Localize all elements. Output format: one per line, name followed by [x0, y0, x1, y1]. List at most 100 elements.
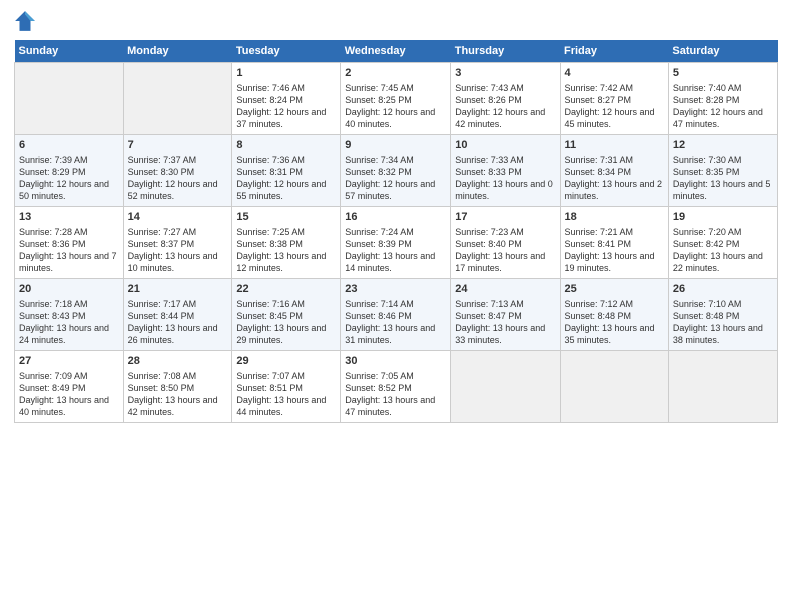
day-info: Sunrise: 7:23 AM Sunset: 8:40 PM Dayligh… [455, 226, 555, 275]
day-info: Sunrise: 7:07 AM Sunset: 8:51 PM Dayligh… [236, 370, 336, 419]
calendar-cell: 28Sunrise: 7:08 AM Sunset: 8:50 PM Dayli… [123, 351, 232, 423]
day-number: 27 [19, 354, 119, 369]
calendar-cell: 26Sunrise: 7:10 AM Sunset: 8:48 PM Dayli… [668, 279, 777, 351]
logo-icon [14, 10, 36, 32]
day-number: 29 [236, 354, 336, 369]
calendar-cell: 29Sunrise: 7:07 AM Sunset: 8:51 PM Dayli… [232, 351, 341, 423]
calendar-cell: 14Sunrise: 7:27 AM Sunset: 8:37 PM Dayli… [123, 207, 232, 279]
day-number: 23 [345, 282, 446, 297]
col-header-thursday: Thursday [451, 40, 560, 63]
calendar-cell: 19Sunrise: 7:20 AM Sunset: 8:42 PM Dayli… [668, 207, 777, 279]
col-header-sunday: Sunday [15, 40, 124, 63]
day-info: Sunrise: 7:14 AM Sunset: 8:46 PM Dayligh… [345, 298, 446, 347]
day-info: Sunrise: 7:13 AM Sunset: 8:47 PM Dayligh… [455, 298, 555, 347]
calendar-cell: 23Sunrise: 7:14 AM Sunset: 8:46 PM Dayli… [341, 279, 451, 351]
day-info: Sunrise: 7:25 AM Sunset: 8:38 PM Dayligh… [236, 226, 336, 275]
calendar-cell: 22Sunrise: 7:16 AM Sunset: 8:45 PM Dayli… [232, 279, 341, 351]
day-info: Sunrise: 7:33 AM Sunset: 8:33 PM Dayligh… [455, 154, 555, 203]
calendar-cell: 16Sunrise: 7:24 AM Sunset: 8:39 PM Dayli… [341, 207, 451, 279]
calendar-cell: 17Sunrise: 7:23 AM Sunset: 8:40 PM Dayli… [451, 207, 560, 279]
day-number: 22 [236, 282, 336, 297]
day-number: 24 [455, 282, 555, 297]
calendar-cell [15, 63, 124, 135]
day-info: Sunrise: 7:45 AM Sunset: 8:25 PM Dayligh… [345, 82, 446, 131]
day-number: 20 [19, 282, 119, 297]
day-number: 26 [673, 282, 773, 297]
day-info: Sunrise: 7:31 AM Sunset: 8:34 PM Dayligh… [565, 154, 664, 203]
day-info: Sunrise: 7:05 AM Sunset: 8:52 PM Dayligh… [345, 370, 446, 419]
day-number: 7 [128, 138, 228, 153]
col-header-wednesday: Wednesday [341, 40, 451, 63]
calendar-cell: 25Sunrise: 7:12 AM Sunset: 8:48 PM Dayli… [560, 279, 668, 351]
week-row-4: 20Sunrise: 7:18 AM Sunset: 8:43 PM Dayli… [15, 279, 778, 351]
week-row-3: 13Sunrise: 7:28 AM Sunset: 8:36 PM Dayli… [15, 207, 778, 279]
calendar-cell: 11Sunrise: 7:31 AM Sunset: 8:34 PM Dayli… [560, 135, 668, 207]
day-info: Sunrise: 7:24 AM Sunset: 8:39 PM Dayligh… [345, 226, 446, 275]
day-number: 3 [455, 66, 555, 81]
day-info: Sunrise: 7:34 AM Sunset: 8:32 PM Dayligh… [345, 154, 446, 203]
day-number: 10 [455, 138, 555, 153]
header-row: SundayMondayTuesdayWednesdayThursdayFrid… [15, 40, 778, 63]
calendar-cell: 30Sunrise: 7:05 AM Sunset: 8:52 PM Dayli… [341, 351, 451, 423]
week-row-1: 1Sunrise: 7:46 AM Sunset: 8:24 PM Daylig… [15, 63, 778, 135]
calendar-table: SundayMondayTuesdayWednesdayThursdayFrid… [14, 40, 778, 423]
calendar-cell: 13Sunrise: 7:28 AM Sunset: 8:36 PM Dayli… [15, 207, 124, 279]
day-info: Sunrise: 7:30 AM Sunset: 8:35 PM Dayligh… [673, 154, 773, 203]
day-info: Sunrise: 7:46 AM Sunset: 8:24 PM Dayligh… [236, 82, 336, 131]
day-number: 16 [345, 210, 446, 225]
day-number: 28 [128, 354, 228, 369]
day-number: 8 [236, 138, 336, 153]
calendar-cell: 6Sunrise: 7:39 AM Sunset: 8:29 PM Daylig… [15, 135, 124, 207]
day-info: Sunrise: 7:40 AM Sunset: 8:28 PM Dayligh… [673, 82, 773, 131]
day-info: Sunrise: 7:08 AM Sunset: 8:50 PM Dayligh… [128, 370, 228, 419]
day-info: Sunrise: 7:17 AM Sunset: 8:44 PM Dayligh… [128, 298, 228, 347]
day-info: Sunrise: 7:12 AM Sunset: 8:48 PM Dayligh… [565, 298, 664, 347]
week-row-5: 27Sunrise: 7:09 AM Sunset: 8:49 PM Dayli… [15, 351, 778, 423]
col-header-friday: Friday [560, 40, 668, 63]
day-info: Sunrise: 7:09 AM Sunset: 8:49 PM Dayligh… [19, 370, 119, 419]
day-number: 11 [565, 138, 664, 153]
day-number: 6 [19, 138, 119, 153]
day-info: Sunrise: 7:27 AM Sunset: 8:37 PM Dayligh… [128, 226, 228, 275]
calendar-cell: 4Sunrise: 7:42 AM Sunset: 8:27 PM Daylig… [560, 63, 668, 135]
col-header-tuesday: Tuesday [232, 40, 341, 63]
day-info: Sunrise: 7:39 AM Sunset: 8:29 PM Dayligh… [19, 154, 119, 203]
day-number: 14 [128, 210, 228, 225]
calendar-cell: 10Sunrise: 7:33 AM Sunset: 8:33 PM Dayli… [451, 135, 560, 207]
calendar-cell: 8Sunrise: 7:36 AM Sunset: 8:31 PM Daylig… [232, 135, 341, 207]
calendar-cell: 27Sunrise: 7:09 AM Sunset: 8:49 PM Dayli… [15, 351, 124, 423]
calendar-cell: 1Sunrise: 7:46 AM Sunset: 8:24 PM Daylig… [232, 63, 341, 135]
header [14, 10, 778, 32]
calendar-cell: 24Sunrise: 7:13 AM Sunset: 8:47 PM Dayli… [451, 279, 560, 351]
day-info: Sunrise: 7:18 AM Sunset: 8:43 PM Dayligh… [19, 298, 119, 347]
calendar-cell: 9Sunrise: 7:34 AM Sunset: 8:32 PM Daylig… [341, 135, 451, 207]
calendar-cell: 5Sunrise: 7:40 AM Sunset: 8:28 PM Daylig… [668, 63, 777, 135]
calendar-cell [123, 63, 232, 135]
week-row-2: 6Sunrise: 7:39 AM Sunset: 8:29 PM Daylig… [15, 135, 778, 207]
day-number: 1 [236, 66, 336, 81]
day-number: 19 [673, 210, 773, 225]
day-number: 9 [345, 138, 446, 153]
day-info: Sunrise: 7:42 AM Sunset: 8:27 PM Dayligh… [565, 82, 664, 131]
calendar-cell: 20Sunrise: 7:18 AM Sunset: 8:43 PM Dayli… [15, 279, 124, 351]
col-header-monday: Monday [123, 40, 232, 63]
day-info: Sunrise: 7:28 AM Sunset: 8:36 PM Dayligh… [19, 226, 119, 275]
calendar-cell: 21Sunrise: 7:17 AM Sunset: 8:44 PM Dayli… [123, 279, 232, 351]
day-info: Sunrise: 7:43 AM Sunset: 8:26 PM Dayligh… [455, 82, 555, 131]
page: SundayMondayTuesdayWednesdayThursdayFrid… [0, 0, 792, 612]
day-number: 25 [565, 282, 664, 297]
day-number: 5 [673, 66, 773, 81]
calendar-cell: 18Sunrise: 7:21 AM Sunset: 8:41 PM Dayli… [560, 207, 668, 279]
calendar-cell: 7Sunrise: 7:37 AM Sunset: 8:30 PM Daylig… [123, 135, 232, 207]
logo [14, 10, 38, 32]
calendar-cell [560, 351, 668, 423]
calendar-cell: 15Sunrise: 7:25 AM Sunset: 8:38 PM Dayli… [232, 207, 341, 279]
day-info: Sunrise: 7:37 AM Sunset: 8:30 PM Dayligh… [128, 154, 228, 203]
day-number: 30 [345, 354, 446, 369]
calendar-cell: 3Sunrise: 7:43 AM Sunset: 8:26 PM Daylig… [451, 63, 560, 135]
day-info: Sunrise: 7:21 AM Sunset: 8:41 PM Dayligh… [565, 226, 664, 275]
calendar-cell [668, 351, 777, 423]
day-number: 4 [565, 66, 664, 81]
calendar-cell: 2Sunrise: 7:45 AM Sunset: 8:25 PM Daylig… [341, 63, 451, 135]
day-info: Sunrise: 7:10 AM Sunset: 8:48 PM Dayligh… [673, 298, 773, 347]
